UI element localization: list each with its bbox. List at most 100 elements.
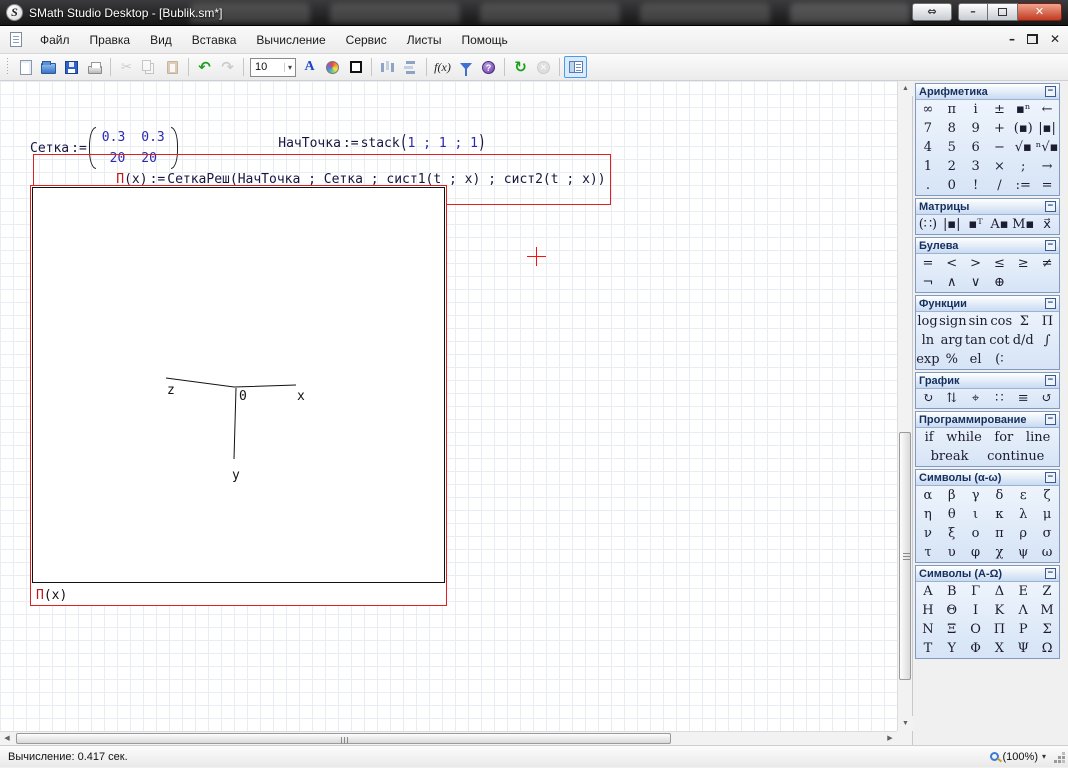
- palette-symbol[interactable]: ▪ⁿ: [1011, 100, 1035, 119]
- align-horizontal-button[interactable]: [376, 56, 399, 78]
- worksheet-canvas[interactable]: Сетка:= 0.3 0.3 20 20: [0, 81, 897, 731]
- palette-symbol[interactable]: (∷): [916, 215, 940, 234]
- palette-symbol[interactable]: |▪|: [1035, 119, 1059, 138]
- palette-symbol[interactable]: Δ: [988, 582, 1012, 601]
- palette-symbol[interactable]: α: [916, 486, 940, 505]
- palette-symbol[interactable]: →: [1035, 157, 1059, 176]
- palette-symbol[interactable]: Α: [916, 582, 940, 601]
- palette-symbol[interactable]: %: [940, 350, 964, 369]
- menu-item[interactable]: Правка: [80, 29, 141, 51]
- menu-item[interactable]: Вставка: [182, 29, 247, 51]
- palette-symbol[interactable]: Ε: [1011, 582, 1035, 601]
- palette-symbol[interactable]: >: [964, 254, 988, 273]
- palette-symbol[interactable]: Σ: [1013, 312, 1036, 331]
- palette-symbol[interactable]: ;: [1011, 157, 1035, 176]
- zoom-dropdown-icon[interactable]: ▾: [1042, 752, 1046, 761]
- palette-symbol[interactable]: τ: [916, 543, 940, 562]
- palette-symbol[interactable]: φ: [964, 543, 988, 562]
- palette-symbol[interactable]: ζ: [1035, 486, 1059, 505]
- maximize-button[interactable]: [988, 3, 1018, 21]
- palette-symbol[interactable]: ο: [964, 524, 988, 543]
- background-color-button[interactable]: [321, 56, 344, 78]
- palette-symbol[interactable]: χ: [988, 543, 1012, 562]
- scroll-right-arrow[interactable]: ▶: [883, 732, 897, 746]
- palette-symbol[interactable]: if: [921, 428, 938, 447]
- palette-symbol[interactable]: β: [940, 486, 964, 505]
- palette-symbol[interactable]: ≥: [1011, 254, 1035, 273]
- collapse-button[interactable]: −: [1045, 240, 1056, 251]
- palette-symbol[interactable]: √▪: [1011, 138, 1035, 157]
- palette-symbol[interactable]: Ω: [1035, 639, 1059, 658]
- zoom-control[interactable]: (100%) ▾: [990, 751, 1046, 763]
- palette-symbol[interactable]: 8: [940, 119, 964, 138]
- palette-symbol[interactable]: ⁿ√▪: [1035, 138, 1059, 157]
- collapse-button[interactable]: −: [1045, 414, 1056, 425]
- palette-symbol[interactable]: Γ: [964, 582, 988, 601]
- palette-symbol[interactable]: ψ: [1011, 543, 1035, 562]
- horizontal-scroll-thumb[interactable]: [16, 733, 671, 744]
- palette-symbol[interactable]: ≤: [988, 254, 1012, 273]
- palette-symbol[interactable]: =: [916, 254, 940, 273]
- redo-button[interactable]: ↷: [216, 56, 239, 78]
- palette-symbol[interactable]: 9: [964, 119, 988, 138]
- stop-button[interactable]: ✕: [532, 56, 555, 78]
- palette-symbol[interactable]: (▪): [1011, 119, 1035, 138]
- palette-symbol[interactable]: while: [942, 428, 986, 447]
- palette-symbol[interactable]: exp: [916, 350, 940, 369]
- menu-item[interactable]: Файл: [30, 29, 80, 51]
- recalculate-button[interactable]: ↻: [509, 56, 532, 78]
- palette-symbol[interactable]: el: [964, 350, 988, 369]
- palette-symbol[interactable]: /: [988, 176, 1012, 195]
- font-size-combo[interactable]: 10 ▾: [250, 58, 296, 77]
- palette-symbol[interactable]: Π: [988, 620, 1012, 639]
- collapse-button[interactable]: −: [1045, 201, 1056, 212]
- toolbar-grip[interactable]: [6, 58, 10, 76]
- scroll-left-arrow[interactable]: ◀: [0, 732, 14, 746]
- print-button[interactable]: [83, 56, 106, 78]
- collapse-button[interactable]: −: [1045, 86, 1056, 97]
- palette-symbol[interactable]: Κ: [988, 601, 1012, 620]
- palette-symbol[interactable]: break: [927, 447, 973, 466]
- palette-symbol[interactable]: !: [964, 176, 988, 195]
- menu-item[interactable]: Сервис: [336, 29, 397, 51]
- palette-symbol[interactable]: 2: [940, 157, 964, 176]
- palette-symbol[interactable]: ρ: [1011, 524, 1035, 543]
- palette-symbol[interactable]: =: [1035, 176, 1059, 195]
- palette-symbol[interactable]: Ι: [964, 601, 988, 620]
- palette-symbol[interactable]: (∶: [988, 350, 1012, 369]
- close-button[interactable]: ✕: [1018, 3, 1062, 21]
- font-color-button[interactable]: A: [298, 56, 321, 78]
- palette-symbol[interactable]: ∫: [1035, 331, 1059, 350]
- palette-symbol[interactable]: ±: [988, 100, 1012, 119]
- palette-symbol[interactable]: continue: [983, 447, 1048, 466]
- palette-symbol[interactable]: A▪: [988, 215, 1012, 234]
- palette-symbol[interactable]: arg: [940, 331, 964, 350]
- palette-symbol[interactable]: Χ: [988, 639, 1012, 658]
- palette-symbol[interactable]: Ο: [964, 620, 988, 639]
- open-button[interactable]: [37, 56, 60, 78]
- plot-region[interactable]: z 0 x y П(x): [30, 185, 447, 606]
- palette-symbol[interactable]: ←: [1035, 100, 1059, 119]
- palette-symbol[interactable]: ln: [916, 331, 940, 350]
- palette-symbol[interactable]: υ: [940, 543, 964, 562]
- palette-symbol[interactable]: ▪ᵀ: [964, 215, 988, 234]
- palette-symbol[interactable]: 3: [964, 157, 988, 176]
- collapse-button[interactable]: −: [1045, 472, 1056, 483]
- palette-symbol[interactable]: ⇅: [940, 389, 964, 408]
- palette-symbol[interactable]: ∨: [964, 273, 988, 292]
- palette-symbol[interactable]: ε: [1011, 486, 1035, 505]
- palette-symbol[interactable]: Ξ: [940, 620, 964, 639]
- palette-symbol[interactable]: 4: [916, 138, 940, 157]
- mdi-restore-button[interactable]: [1027, 34, 1038, 44]
- resize-grip[interactable]: [1058, 756, 1061, 759]
- palette-symbol[interactable]: ν: [916, 524, 940, 543]
- collapse-button[interactable]: −: [1045, 375, 1056, 386]
- palette-symbol[interactable]: x⃗: [1035, 215, 1059, 234]
- save-button[interactable]: [60, 56, 83, 78]
- palette-symbol[interactable]: ×: [988, 157, 1012, 176]
- vertical-scroll-thumb[interactable]: [899, 432, 911, 680]
- palette-symbol[interactable]: d/d: [1011, 331, 1035, 350]
- mdi-minimize-button[interactable]: –: [1009, 31, 1015, 47]
- palette-symbol[interactable]: tan: [964, 331, 988, 350]
- palette-symbol[interactable]: sin: [967, 312, 990, 331]
